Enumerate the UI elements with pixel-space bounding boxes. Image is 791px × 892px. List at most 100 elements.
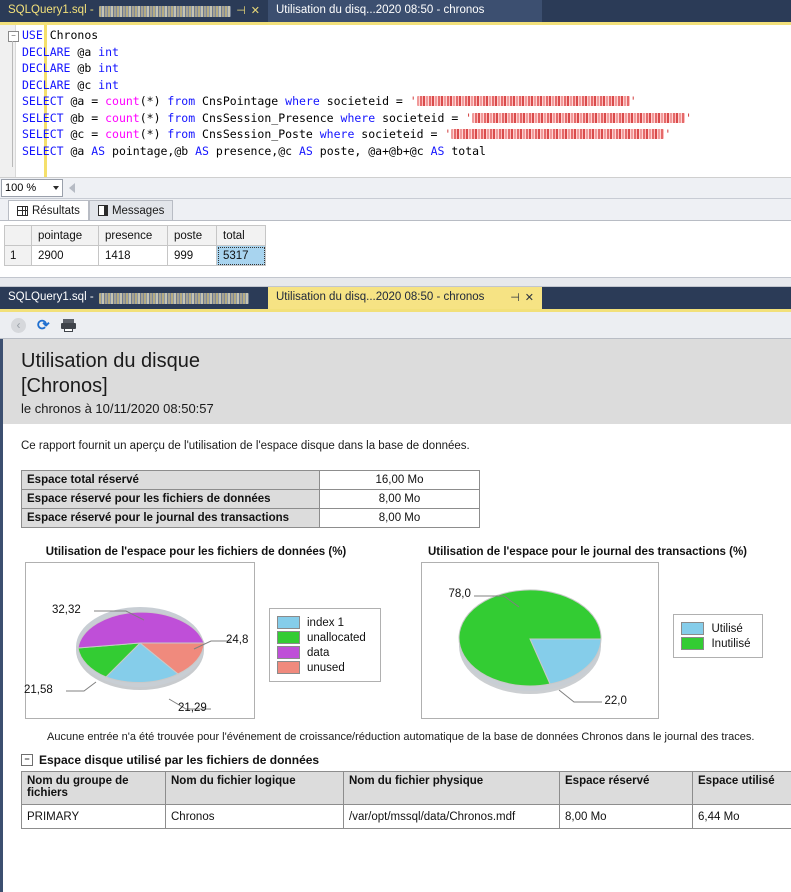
col-physical-name: Nom du fichier physique <box>344 772 560 805</box>
code-token: ' <box>664 127 671 141</box>
scroll-left-icon[interactable] <box>69 183 75 193</box>
cell-physical-name: /var/opt/mssql/data/Chronos.mdf <box>344 805 560 829</box>
code-token: @a = <box>70 94 105 108</box>
summary-label-log: Espace réservé pour le journal des trans… <box>22 509 320 528</box>
pie-label-utilise: 22,0 <box>604 695 626 707</box>
tab-messages[interactable]: Messages <box>89 200 173 220</box>
legend-item-unused: unused <box>277 660 371 675</box>
tab-label: SQLQuery1.sql - <box>8 5 94 17</box>
table-row[interactable]: 1 2900 1418 999 5317 <box>5 246 266 266</box>
grid-col-presence[interactable]: presence <box>99 226 168 246</box>
refresh-icon[interactable]: ⟳ <box>37 318 50 333</box>
pin-icon[interactable]: ⊣ <box>510 293 520 304</box>
collapse-toggle-icon[interactable]: − <box>21 754 33 766</box>
pin-icon[interactable]: ⊣ <box>236 6 246 17</box>
page-title-db: [Chronos] <box>21 374 791 399</box>
cell-poste[interactable]: 999 <box>168 246 217 266</box>
sql-window-tabbar: SQLQuery1.sql - ⊣ ✕ Utilisation du disq.… <box>0 0 791 25</box>
tab-resultats[interactable]: Résultats <box>8 200 89 220</box>
code-token: @a <box>77 45 98 59</box>
code-token: CnsSession_Poste <box>202 127 320 141</box>
window-splitter[interactable] <box>0 277 791 287</box>
results-grid-area: pointage presence poste total 1 2900 141… <box>0 221 791 277</box>
cell-filegroup: PRIMARY <box>22 805 166 829</box>
code-collapse-toggle[interactable]: − <box>8 31 19 42</box>
code-token: from <box>167 94 202 108</box>
legend-label: data <box>307 647 329 659</box>
zoom-select[interactable]: 100 % <box>1 179 63 197</box>
results-grid[interactable]: pointage presence poste total 1 2900 141… <box>4 225 266 266</box>
summary-value-total: 16,00 Mo <box>320 471 480 490</box>
summary-label-total: Espace total réservé <box>22 471 320 490</box>
tab-disk-usage-report-active[interactable]: Utilisation du disq...2020 08:50 - chron… <box>268 287 542 309</box>
code-token: ' <box>685 111 692 125</box>
tab-sqlquery1-secondary[interactable]: SQLQuery1.sql - <box>0 287 268 309</box>
legend-item-unallocated: unallocated <box>277 630 371 645</box>
code-token: @a <box>70 144 91 158</box>
legend-label: index 1 <box>307 617 344 629</box>
legend-item-index1: index 1 <box>277 615 371 630</box>
close-icon[interactable]: ✕ <box>525 293 534 304</box>
code-line-5: SELECT @a = count(*) from CnsPointage wh… <box>22 93 791 110</box>
disk-usage-report-window: SQLQuery1.sql - Utilisation du disq...20… <box>0 287 791 892</box>
sql-code-editor[interactable]: − USE ChronosDECLARE @a intDECLARE @b in… <box>0 25 791 178</box>
code-token: where <box>320 127 362 141</box>
cell-presence[interactable]: 1418 <box>99 246 168 266</box>
grid-col-rownum[interactable] <box>5 226 32 246</box>
code-token: SELECT <box>22 111 70 125</box>
row-number[interactable]: 1 <box>5 246 32 266</box>
pie-slices <box>460 590 602 686</box>
table-row: PRIMARY Chronos /var/opt/mssql/data/Chro… <box>22 805 791 829</box>
code-token: ' <box>465 111 472 125</box>
code-token: int <box>98 45 119 59</box>
redacted-guid <box>472 113 685 123</box>
tab-disk-usage-report[interactable]: Utilisation du disq...2020 08:50 - chron… <box>268 0 542 22</box>
section-header-data-files[interactable]: − Espace disque utilisé par les fichiers… <box>21 753 791 767</box>
tab-label: SQLQuery1.sql - <box>8 292 94 304</box>
report-window-tabbar: SQLQuery1.sql - Utilisation du disq...20… <box>0 287 791 312</box>
grid-col-pointage[interactable]: pointage <box>32 226 99 246</box>
grid-icon <box>17 206 28 216</box>
print-icon[interactable] <box>61 319 76 332</box>
tab-sqlquery1[interactable]: SQLQuery1.sql - ⊣ ✕ <box>0 0 268 22</box>
cell-total[interactable]: 5317 <box>217 246 266 266</box>
pie-label-index1: 21,29 <box>178 702 207 714</box>
code-token: @c <box>77 78 98 92</box>
tabbar-filler <box>542 0 791 22</box>
legend-item-inutilise: Inutilisé <box>681 636 753 651</box>
code-token: count <box>105 94 140 108</box>
close-icon[interactable]: ✕ <box>251 6 260 17</box>
code-line-4: DECLARE @c int <box>22 77 791 94</box>
message-icon <box>98 205 108 216</box>
code-token: Chronos <box>50 28 98 42</box>
pie-label-inutilise: 78,0 <box>448 588 470 600</box>
results-tabstrip: Résultats Messages <box>0 199 791 221</box>
chart-plot-area: 78,0 22,0 <box>421 562 659 719</box>
legend-swatch <box>277 616 300 629</box>
code-token: ' <box>410 94 417 108</box>
code-line-1: USE Chronos <box>22 27 791 44</box>
code-line-2: DECLARE @a int <box>22 44 791 61</box>
grid-col-poste[interactable]: poste <box>168 226 217 246</box>
redacted-server-name <box>99 6 232 17</box>
chart-legend: index 1 unallocated data unused <box>269 608 381 682</box>
autogrowth-note: Aucune entrée n'a été trouvée pour l'évé… <box>47 731 791 743</box>
sql-code-text: USE ChronosDECLARE @a intDECLARE @b intD… <box>22 27 791 159</box>
legend-swatch <box>277 646 300 659</box>
code-line-7: SELECT @c = count(*) from CnsSession_Pos… <box>22 126 791 143</box>
cell-pointage[interactable]: 2900 <box>32 246 99 266</box>
col-used-space: Espace utilisé <box>693 772 791 805</box>
code-token: where <box>341 111 383 125</box>
table-row: Espace réservé pour les fichiers de donn… <box>22 490 480 509</box>
back-icon[interactable]: ‹ <box>11 318 26 333</box>
chart-data-files: Utilisation de l'espace pour les fichier… <box>17 546 411 719</box>
redacted-guid <box>417 96 630 106</box>
legend-label: unallocated <box>307 632 366 644</box>
chevron-down-icon[interactable] <box>53 186 59 190</box>
grid-col-total[interactable]: total <box>217 226 266 246</box>
code-token: (*) <box>140 111 168 125</box>
cell-used-space: 6,44 Mo <box>693 805 791 829</box>
code-token: int <box>98 78 119 92</box>
summary-value-data: 8,00 Mo <box>320 490 480 509</box>
code-token: USE <box>22 28 50 42</box>
